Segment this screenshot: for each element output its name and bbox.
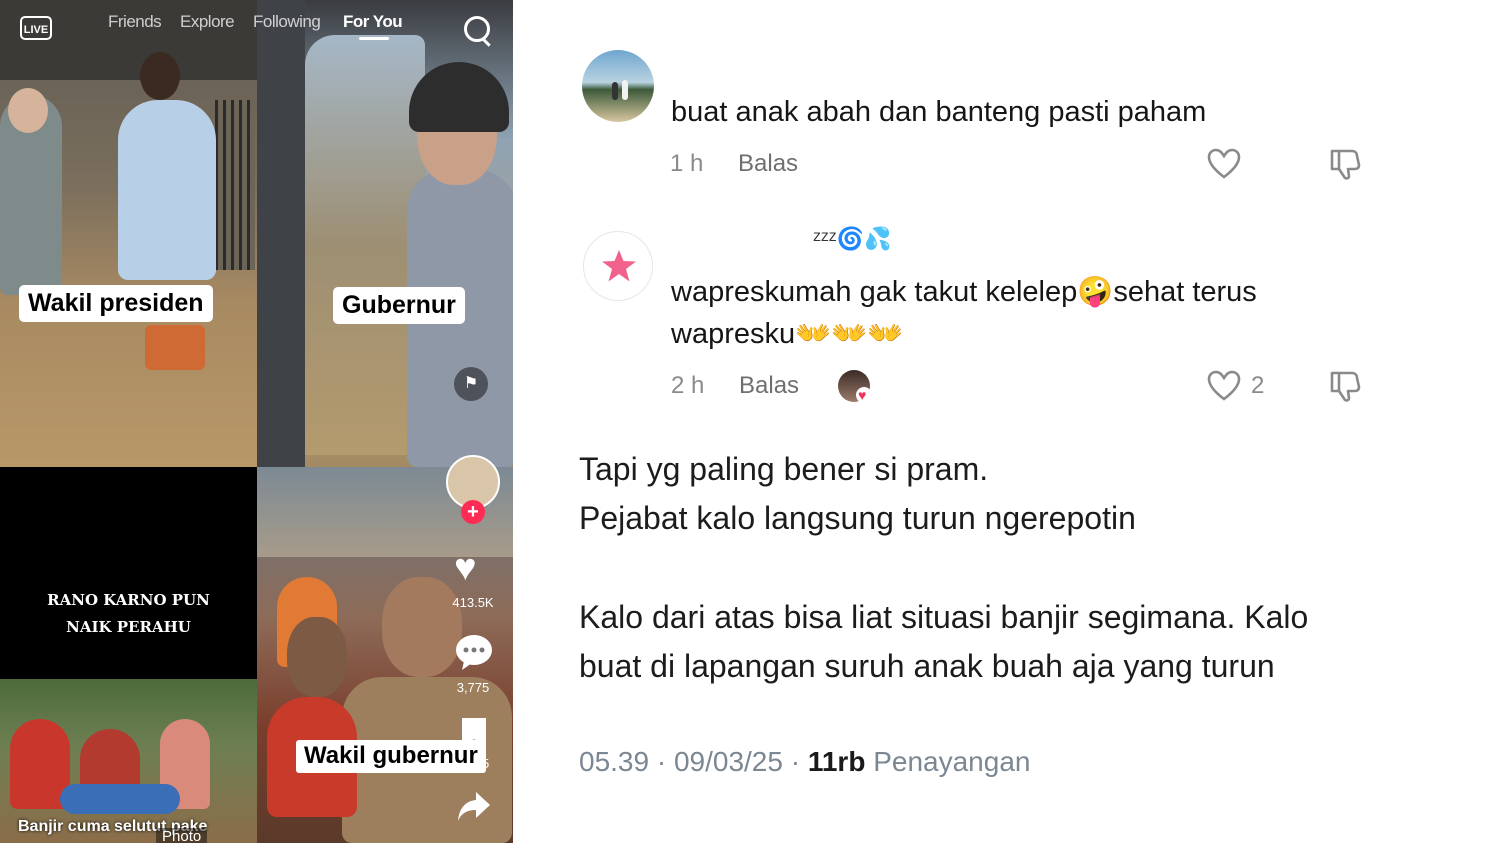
dislike-icon[interactable] [1328,147,1362,181]
comments-panel: buat anak abah dan banteng pasti paham 1… [513,0,1500,843]
flag-icon[interactable]: ⚑ [454,367,488,401]
live-button[interactable]: LIVE [20,16,52,40]
follow-plus-icon[interactable]: + [461,500,485,524]
dislike-icon[interactable] [1328,369,1362,403]
search-icon[interactable] [464,16,490,42]
helicopter-frame [257,0,305,467]
tweet-line: Pejabat kalo langsung turun ngerepotin [579,500,1136,536]
star-icon [602,250,636,282]
rano-caption-line2: NAIK PERAHU [66,618,191,636]
inflatable-boat [60,784,180,814]
comment-text-line1: wapreskumah gak takut kelelep🤪sehat teru… [671,276,1257,308]
creator-liked-avatar: ♥ [838,370,872,403]
avatar[interactable] [583,231,653,301]
tweet-line: Kalo dari atas bisa liat situasi banjir … [579,599,1309,635]
comment-text-line2: wapresku👐👐👐 [671,318,904,350]
wakil-presiden-label: Wakil presiden [19,285,213,322]
video-tile-gubernur[interactable]: Gubernur ⚑ [257,0,513,467]
heart-icon[interactable] [1207,370,1241,402]
reply-button[interactable]: Balas [738,150,798,178]
comment-text: buat anak abah dan banteng pasti paham [671,96,1207,128]
views-label: Penayangan [865,746,1031,777]
wakil-gubernur-label: Wakil gubernur [296,740,486,773]
official-head [287,617,347,697]
rano-caption-line1: RANO KARNO PUN [47,591,210,609]
heart-icon[interactable] [1207,148,1241,180]
young-man-head [140,52,180,100]
comment-time: 2 h [671,372,705,399]
tweet-timestamp: 05.39 · 09/03/25 · [579,746,808,777]
tab-explore[interactable]: Explore [180,12,235,32]
active-tab-indicator [359,37,389,40]
share-icon[interactable] [456,790,492,824]
views-count: 11rb [807,746,866,777]
like-count: 413.5K [452,595,494,610]
comment-icon[interactable] [454,633,494,671]
tab-friends[interactable]: Friends [108,12,162,32]
older-man-head [8,88,48,133]
tab-for-you[interactable]: For You [343,12,403,32]
tiktok-screenshot: Wakil presiden Gubernur ⚑ RANO KARNO PUN… [0,0,513,843]
avatar[interactable] [582,50,654,122]
tweet-line: Tapi yg paling bener si pram. [579,451,989,487]
photo-tag: Photo [156,828,208,843]
orange-boots [145,325,205,370]
avatar-figure [612,82,618,100]
gubernur-label: Gubernur [333,287,465,324]
comment-count: 3,775 [456,680,490,695]
avatar-figure-2 [622,80,628,100]
heart-icon[interactable]: ♥ [454,546,477,590]
fence [215,100,255,270]
vice-governor-head [382,577,462,677]
reply-button[interactable]: Balas [739,372,799,400]
username-emoji: ᶻᶻᶻ🌀💦 [813,226,892,251]
comment-username[interactable] [671,44,871,60]
video-tile-rano-karno[interactable]: RANO KARNO PUN NAIK PERAHU [0,467,257,679]
video-tile-wakil-presiden[interactable]: Wakil presiden [0,0,257,467]
like-count: 2 [1251,372,1265,399]
young-man-figure [118,100,216,280]
tweet-meta: 05.39 · 09/03/25 · 11rb Penayangan [579,746,1030,778]
top-nav: LIVE Friends Explore Following For You [0,8,513,42]
tweet-line: buat di lapangan suruh anak buah aja yan… [579,648,1275,684]
tab-following[interactable]: Following [253,12,321,32]
comment-time: 1 h [670,150,704,177]
comment-username[interactable] [671,232,791,248]
heart-icon: ♥ [858,387,867,403]
